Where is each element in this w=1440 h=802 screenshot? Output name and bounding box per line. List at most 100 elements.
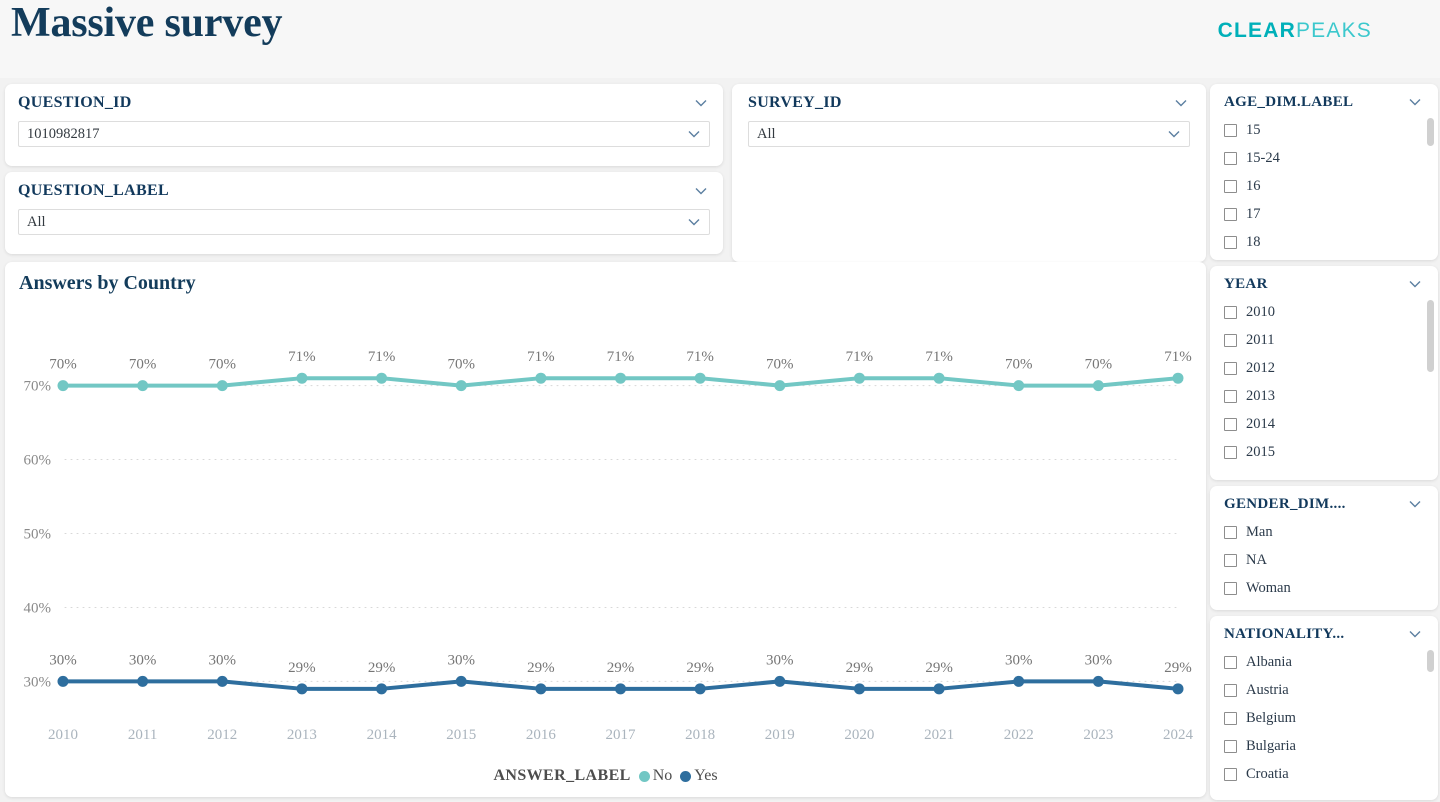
data-point[interactable] [774,675,786,687]
data-point[interactable] [933,683,945,695]
list-item[interactable]: Albania [1210,648,1438,676]
data-point-label: 29% [288,660,316,676]
checkbox-icon[interactable] [1224,525,1237,539]
chevron-down-icon[interactable] [692,182,710,200]
data-point[interactable] [296,683,308,695]
year-option-list[interactable]: 2010 2011 2012 2013 2014 2015 [1210,298,1438,466]
list-item[interactable]: NA [1210,546,1438,574]
data-point[interactable] [376,683,388,695]
list-item[interactable]: Austria [1210,676,1438,704]
gender-option-list[interactable]: Man NA Woman [1210,518,1438,602]
checkbox-icon[interactable] [1224,711,1237,725]
list-item[interactable]: 2011 [1210,326,1438,354]
checkbox-icon[interactable] [1224,235,1237,249]
chevron-down-icon[interactable] [1406,495,1424,513]
chevron-down-icon[interactable] [1165,125,1183,143]
checkbox-icon[interactable] [1224,553,1237,567]
checkbox-icon[interactable] [1224,417,1237,431]
chevron-down-icon[interactable] [1172,94,1190,112]
age-option-list[interactable]: 15 15-24 16 17 18 [1210,116,1438,256]
list-item[interactable]: 15-24 [1210,144,1438,172]
data-point[interactable] [1013,675,1025,687]
list-item[interactable]: 17 [1210,200,1438,228]
data-point[interactable] [296,372,308,384]
data-point[interactable] [615,372,626,384]
list-item[interactable]: Bulgaria [1210,732,1438,760]
checkbox-icon[interactable] [1224,305,1237,319]
data-point[interactable] [57,675,69,687]
checkbox-icon[interactable] [1224,445,1237,459]
list-item[interactable]: 2012 [1210,354,1438,382]
data-point[interactable] [1092,380,1104,392]
nationality-option-list[interactable]: Albania Austria Belgium Bulgaria Croatia [1210,648,1438,788]
data-point[interactable] [694,372,706,384]
survey-id-value: All [757,125,776,142]
chevron-down-icon[interactable] [685,125,703,143]
checkbox-icon[interactable] [1224,389,1237,403]
chevron-down-icon[interactable] [1406,275,1424,293]
question-id-select[interactable]: 1010982817 [18,121,710,147]
checkbox-icon[interactable] [1224,207,1237,221]
data-point[interactable] [455,380,467,392]
chevron-down-icon[interactable] [1406,625,1424,643]
data-point[interactable] [216,380,228,392]
list-item[interactable]: 15 [1210,116,1438,144]
data-point[interactable] [615,683,626,695]
data-point[interactable] [455,675,467,687]
chevron-down-icon[interactable] [685,213,703,231]
data-point[interactable] [1172,372,1184,384]
data-point[interactable] [535,683,547,695]
list-item[interactable]: Woman [1210,574,1438,602]
question-label-select[interactable]: All [18,209,710,235]
line-chart-plot[interactable]: 30% 40% 50% 60% 70% 2010 2011 2012 2013 2014 2015 2… [5,304,1206,759]
scrollbar[interactable] [1427,300,1434,372]
checkbox-icon[interactable] [1224,655,1237,669]
survey-id-select[interactable]: All [748,121,1190,147]
data-point[interactable] [1013,380,1025,392]
data-point[interactable] [853,683,865,695]
data-point[interactable] [1092,675,1104,687]
checkbox-icon[interactable] [1224,151,1237,165]
list-item[interactable]: Croatia [1210,760,1438,788]
list-item[interactable]: 2013 [1210,382,1438,410]
list-item[interactable]: 16 [1210,172,1438,200]
data-point[interactable] [216,675,228,687]
data-point[interactable] [774,380,786,392]
data-point[interactable] [853,372,865,384]
filter-card-age: AGE_DIM.LABEL 15 15-24 16 17 18 [1210,84,1438,260]
list-item-label: Man [1246,523,1273,540]
question-label-value: All [27,213,46,230]
data-point[interactable] [137,675,149,687]
list-item[interactable]: 2014 [1210,410,1438,438]
checkbox-icon[interactable] [1224,179,1237,193]
scrollbar[interactable] [1427,118,1434,146]
checkbox-icon[interactable] [1224,581,1237,595]
chart-legend: ANSWER_LABEL No Yes [5,767,1206,785]
checkbox-icon[interactable] [1224,123,1237,137]
checkbox-icon[interactable] [1224,361,1237,375]
chevron-down-icon[interactable] [692,94,710,112]
legend-item-no[interactable]: No [638,767,673,785]
data-point[interactable] [376,372,388,384]
list-item[interactable]: 18 [1210,228,1438,256]
chevron-down-icon[interactable] [1406,93,1424,111]
data-point[interactable] [535,372,547,384]
data-point[interactable] [137,380,149,392]
list-item[interactable]: 2015 [1210,438,1438,466]
list-item-label: 18 [1246,233,1261,250]
checkbox-icon[interactable] [1224,767,1237,781]
list-item[interactable]: 2010 [1210,298,1438,326]
data-point[interactable] [1172,683,1184,695]
checkbox-icon[interactable] [1224,333,1237,347]
checkbox-icon[interactable] [1224,683,1237,697]
legend-label: Yes [694,767,718,784]
list-item[interactable]: Man [1210,518,1438,546]
data-point[interactable] [57,380,69,392]
data-point[interactable] [933,372,945,384]
list-item[interactable]: Belgium [1210,704,1438,732]
legend-label: No [652,767,673,784]
legend-item-yes[interactable]: Yes [680,767,718,785]
data-point[interactable] [694,683,706,695]
scrollbar[interactable] [1427,650,1434,672]
checkbox-icon[interactable] [1224,739,1237,753]
